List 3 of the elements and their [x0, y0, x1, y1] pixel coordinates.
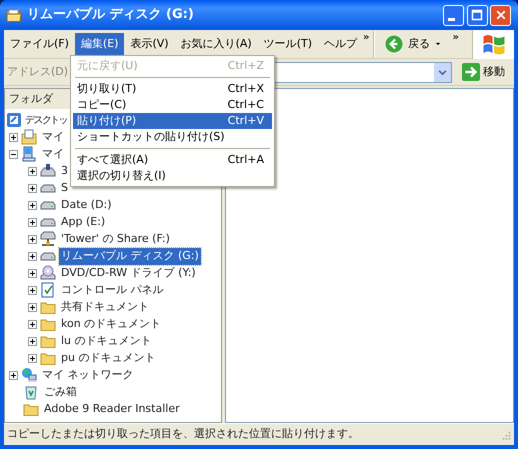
window-title: リムーバブル ディスク (G:) — [27, 6, 195, 24]
status-text: コピーしたまたは切り取った項目を、選択された位置に貼り付けます。 — [7, 426, 360, 442]
address-label: アドレス(D) — [7, 64, 68, 80]
